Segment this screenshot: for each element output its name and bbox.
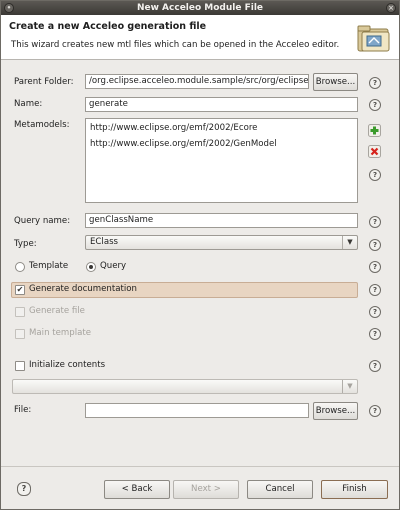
query-radio[interactable] bbox=[86, 262, 96, 272]
file-input[interactable] bbox=[85, 403, 309, 418]
template-radio[interactable] bbox=[15, 262, 25, 272]
generate-documentation-label: Generate documentation bbox=[29, 284, 137, 294]
type-label: Type: bbox=[14, 239, 37, 249]
metamodels-label: Metamodels: bbox=[14, 120, 70, 130]
question-mark-icon[interactable]: ? bbox=[369, 284, 381, 296]
window-close-icon[interactable]: × bbox=[386, 3, 396, 13]
initialize-contents-select[interactable]: ▼ bbox=[12, 379, 358, 394]
query-name-label: Query name: bbox=[14, 216, 71, 226]
question-mark-icon[interactable]: ? bbox=[369, 360, 381, 372]
generate-file-checkbox[interactable] bbox=[15, 307, 25, 317]
question-mark-icon[interactable]: ? bbox=[369, 328, 381, 340]
footer-separator bbox=[1, 466, 399, 467]
title-bar: New Acceleo Module File • × bbox=[1, 1, 399, 15]
type-select-value: EClass bbox=[90, 237, 119, 247]
parent-folder-input[interactable]: /org.eclipse.acceleo.module.sample/src/o… bbox=[85, 74, 309, 89]
question-mark-icon[interactable]: ? bbox=[369, 261, 381, 273]
file-label: File: bbox=[14, 405, 32, 415]
back-button[interactable]: < Back bbox=[104, 480, 170, 499]
query-radio-label: Query bbox=[100, 261, 127, 271]
initialize-contents-label: Initialize contents bbox=[29, 360, 106, 370]
name-label: Name: bbox=[14, 99, 43, 109]
question-mark-icon[interactable]: ? bbox=[369, 77, 381, 89]
finish-button[interactable]: Finish bbox=[321, 480, 388, 499]
chevron-down-icon[interactable]: ▼ bbox=[342, 380, 357, 393]
generate-documentation-checkbox[interactable]: ✔ bbox=[15, 285, 25, 295]
question-mark-icon[interactable]: ? bbox=[369, 216, 381, 228]
wizard-header: Create a new Acceleo generation file Thi… bbox=[1, 15, 399, 60]
template-radio-label: Template bbox=[29, 261, 69, 271]
parent-folder-browse-button[interactable]: Browse... bbox=[313, 73, 358, 91]
metamodels-list[interactable]: http://www.eclipse.org/emf/2002/Ecore ht… bbox=[85, 118, 358, 203]
header-description: This wizard creates new mtl files which … bbox=[11, 40, 340, 50]
list-item[interactable]: http://www.eclipse.org/emf/2002/Ecore bbox=[86, 121, 357, 135]
question-mark-icon[interactable]: ? bbox=[369, 239, 381, 251]
header-title: Create a new Acceleo generation file bbox=[9, 21, 207, 32]
red-x-icon[interactable] bbox=[368, 145, 381, 158]
wizard-window: New Acceleo Module File • × Create a new… bbox=[0, 0, 400, 510]
parent-folder-label: Parent Folder: bbox=[14, 77, 74, 87]
question-mark-icon[interactable]: ? bbox=[369, 306, 381, 318]
initialize-contents-checkbox[interactable] bbox=[15, 361, 25, 371]
main-template-label: Main template bbox=[29, 328, 92, 338]
question-mark-icon[interactable]: ? bbox=[369, 405, 381, 417]
type-select[interactable]: EClass ▼ bbox=[85, 235, 358, 250]
generate-file-label: Generate file bbox=[29, 306, 85, 316]
name-input[interactable]: generate bbox=[85, 97, 358, 112]
question-mark-icon[interactable]: ? bbox=[17, 482, 31, 496]
chevron-down-icon[interactable]: ▼ bbox=[342, 236, 357, 249]
cancel-button[interactable]: Cancel bbox=[247, 480, 313, 499]
window-title: New Acceleo Module File bbox=[136, 3, 264, 13]
query-name-input[interactable]: genClassName bbox=[85, 213, 358, 228]
plus-icon[interactable] bbox=[368, 124, 381, 137]
next-button[interactable]: Next > bbox=[173, 480, 239, 499]
window-menu-icon[interactable]: • bbox=[4, 3, 14, 13]
main-template-checkbox[interactable] bbox=[15, 329, 25, 339]
list-item[interactable]: http://www.eclipse.org/emf/2002/GenModel bbox=[86, 137, 357, 151]
question-mark-icon[interactable]: ? bbox=[369, 99, 381, 111]
file-browse-button[interactable]: Browse... bbox=[313, 402, 358, 420]
folder-icon bbox=[357, 25, 390, 52]
question-mark-icon[interactable]: ? bbox=[369, 169, 381, 181]
